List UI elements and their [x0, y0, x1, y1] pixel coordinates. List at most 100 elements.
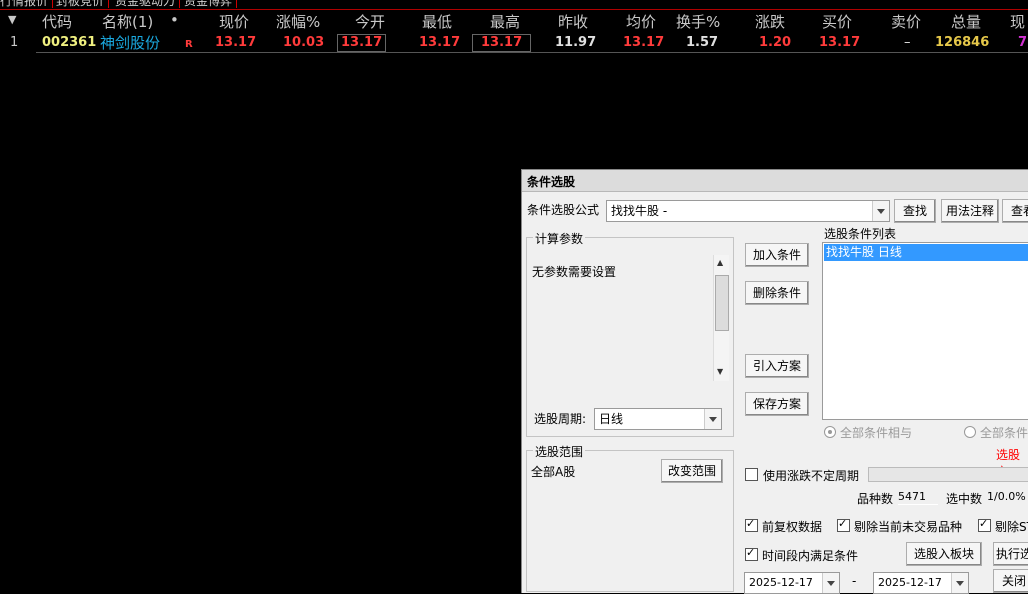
date-separator: - — [852, 574, 857, 588]
cell-high: 13.17 — [472, 34, 532, 52]
dialog-titlebar[interactable]: 条件选股 — [522, 170, 1028, 192]
params-scrollbar[interactable]: ▲ ▼ — [713, 255, 729, 381]
chk-unfixed-period-label: 使用涨跌不定周期 — [763, 469, 860, 483]
change-range-button[interactable]: 改变范围 — [661, 459, 723, 483]
col-bid[interactable]: 买价 — [822, 11, 852, 32]
tab-divider — [0, 9, 1028, 10]
scroll-down-icon[interactable]: ▼ — [717, 367, 723, 376]
scroll-up-icon[interactable]: ▲ — [717, 258, 723, 267]
cell-change-pct: 10.03 — [283, 35, 325, 50]
range-group-label: 选股范围 — [533, 443, 586, 460]
cell-change: 1.20 — [759, 35, 792, 50]
date-to-value: 2025-12-17 — [878, 576, 942, 589]
params-text: 无参数需要设置 — [532, 265, 617, 279]
formula-value: 找找牛股 - — [611, 204, 668, 218]
top-tab-strip: 行情报价 封板竞价 资金驱动力 资金博弈 — [0, 0, 1028, 9]
list-item[interactable]: 找找牛股 日线 — [824, 244, 1028, 261]
chevron-down-icon[interactable] — [872, 201, 889, 221]
execute-button[interactable]: 执行选 — [993, 542, 1028, 566]
col-price[interactable]: 现价 — [219, 11, 249, 32]
period-select[interactable]: 日线 — [594, 408, 722, 430]
range-value: 全部A股 — [531, 465, 576, 479]
col-turnover[interactable]: 换手% — [676, 11, 720, 32]
close-button[interactable]: 关闭 — [993, 569, 1028, 593]
tab-quotes[interactable]: 行情报价 — [0, 0, 54, 8]
delete-condition-button[interactable]: 删除条件 — [745, 281, 809, 305]
cell-ask: – — [904, 35, 911, 50]
import-plan-button[interactable]: 引入方案 — [745, 354, 809, 378]
count-value: 5471 — [898, 489, 938, 505]
condition-list[interactable]: 找找牛股 日线 — [822, 242, 1028, 420]
col-avg[interactable]: 均价 — [626, 11, 656, 32]
chk-forward-adjust-label: 前复权数据 — [762, 520, 823, 534]
col-change[interactable]: 涨跌 — [755, 11, 785, 32]
view-button[interactable]: 查看 — [1002, 199, 1028, 223]
formula-label: 条件选股公式 — [527, 203, 600, 217]
chevron-down-icon[interactable] — [822, 573, 839, 593]
cell-code: 002361 — [42, 35, 97, 50]
col-current[interactable]: 现 — [1010, 11, 1025, 32]
row-underline — [36, 52, 1028, 53]
cell-low: 13.17 — [419, 35, 461, 50]
chk-remove-untraded-label: 剔除当前未交易品种 — [854, 520, 963, 534]
scroll-thumb[interactable] — [715, 275, 729, 331]
params-group-label: 计算参数 — [533, 230, 586, 247]
usage-notes-button[interactable]: 用法注释 — [941, 199, 999, 223]
col-low[interactable]: 最低 — [422, 11, 452, 32]
progress-bar — [868, 467, 1028, 482]
chk-remove-st-label: 剔除ST — [995, 520, 1028, 534]
col-volume[interactable]: 总量 — [951, 11, 981, 32]
cell-current: 7 — [1018, 35, 1028, 50]
chk-unfixed-period[interactable] — [745, 468, 758, 481]
chevron-down-icon[interactable] — [951, 573, 968, 593]
period-value: 日线 — [599, 412, 624, 426]
row-index: 1 — [10, 35, 19, 50]
selected-value: 1/0.0% — [987, 490, 1026, 503]
chevron-down-icon[interactable] — [704, 409, 721, 429]
count-label: 品种数 — [857, 492, 894, 506]
chk-forward-adjust[interactable] — [745, 517, 758, 532]
cell-bid: 13.17 — [819, 35, 861, 50]
col-code[interactable]: 代码 — [42, 11, 72, 32]
column-menu-icon[interactable]: ▼ — [8, 13, 16, 26]
col-change-pct[interactable]: 涨幅% — [276, 11, 320, 32]
period-label: 选股周期: — [534, 412, 587, 426]
radio-all-and-label: 全部条件相与 — [840, 426, 913, 440]
condition-list-label: 选股条件列表 — [824, 227, 897, 241]
quote-table-header: ▼ 代码 名称(1) • 现价 涨幅% 今开 最低 最高 昨收 均价 换手% 涨… — [0, 11, 1028, 33]
formula-select[interactable]: 找找牛股 - — [606, 200, 890, 222]
cell-volume: 126846 — [935, 35, 990, 50]
cell-name: 神剑股份 — [100, 34, 161, 52]
table-row[interactable]: 1 002361 神剑股份 R 13.17 10.03 13.17 13.17 … — [0, 33, 1028, 53]
radio-all-or[interactable] — [964, 426, 976, 438]
tab-limit-auction[interactable]: 封板竞价 — [52, 0, 110, 8]
radio-all-and[interactable] — [824, 426, 836, 438]
selected-label: 选中数 — [946, 492, 983, 506]
tab-capital-drive[interactable]: 资金驱动力 — [111, 0, 181, 8]
tab-capital-game[interactable]: 资金博弈 — [180, 0, 238, 8]
cell-prev-close: 11.97 — [555, 35, 597, 50]
chk-remove-untraded[interactable] — [837, 517, 850, 532]
date-from-value: 2025-12-17 — [749, 576, 813, 589]
col-open[interactable]: 今开 — [355, 11, 385, 32]
chk-remove-st[interactable] — [978, 517, 991, 532]
date-to-picker[interactable]: 2025-12-17 — [873, 572, 969, 594]
save-plan-button[interactable]: 保存方案 — [745, 392, 809, 416]
col-name[interactable]: 名称(1) — [102, 11, 153, 32]
col-dot: • — [170, 11, 179, 29]
col-high[interactable]: 最高 — [490, 11, 520, 32]
stock-screener-dialog: 条件选股 条件选股公式 找找牛股 - 查找 用法注释 查看 计算参数 无参数需要… — [521, 169, 1028, 594]
chk-period-satisfy[interactable] — [745, 546, 758, 561]
add-condition-button[interactable]: 加入条件 — [745, 243, 809, 267]
chk-period-satisfy-label: 时间段内满足条件 — [762, 549, 859, 563]
col-prev-close[interactable]: 昨收 — [558, 11, 588, 32]
col-ask[interactable]: 卖价 — [891, 11, 921, 32]
cell-open: 13.17 — [337, 34, 387, 52]
radio-all-or-label: 全部条件 — [980, 426, 1028, 440]
to-block-button[interactable]: 选股入板块 — [906, 542, 982, 566]
dialog-title: 条件选股 — [527, 175, 576, 189]
date-from-picker[interactable]: 2025-12-17 — [744, 572, 840, 594]
find-button[interactable]: 查找 — [894, 199, 936, 223]
cell-avg: 13.17 — [623, 35, 665, 50]
cell-turnover: 1.57 — [686, 35, 719, 50]
